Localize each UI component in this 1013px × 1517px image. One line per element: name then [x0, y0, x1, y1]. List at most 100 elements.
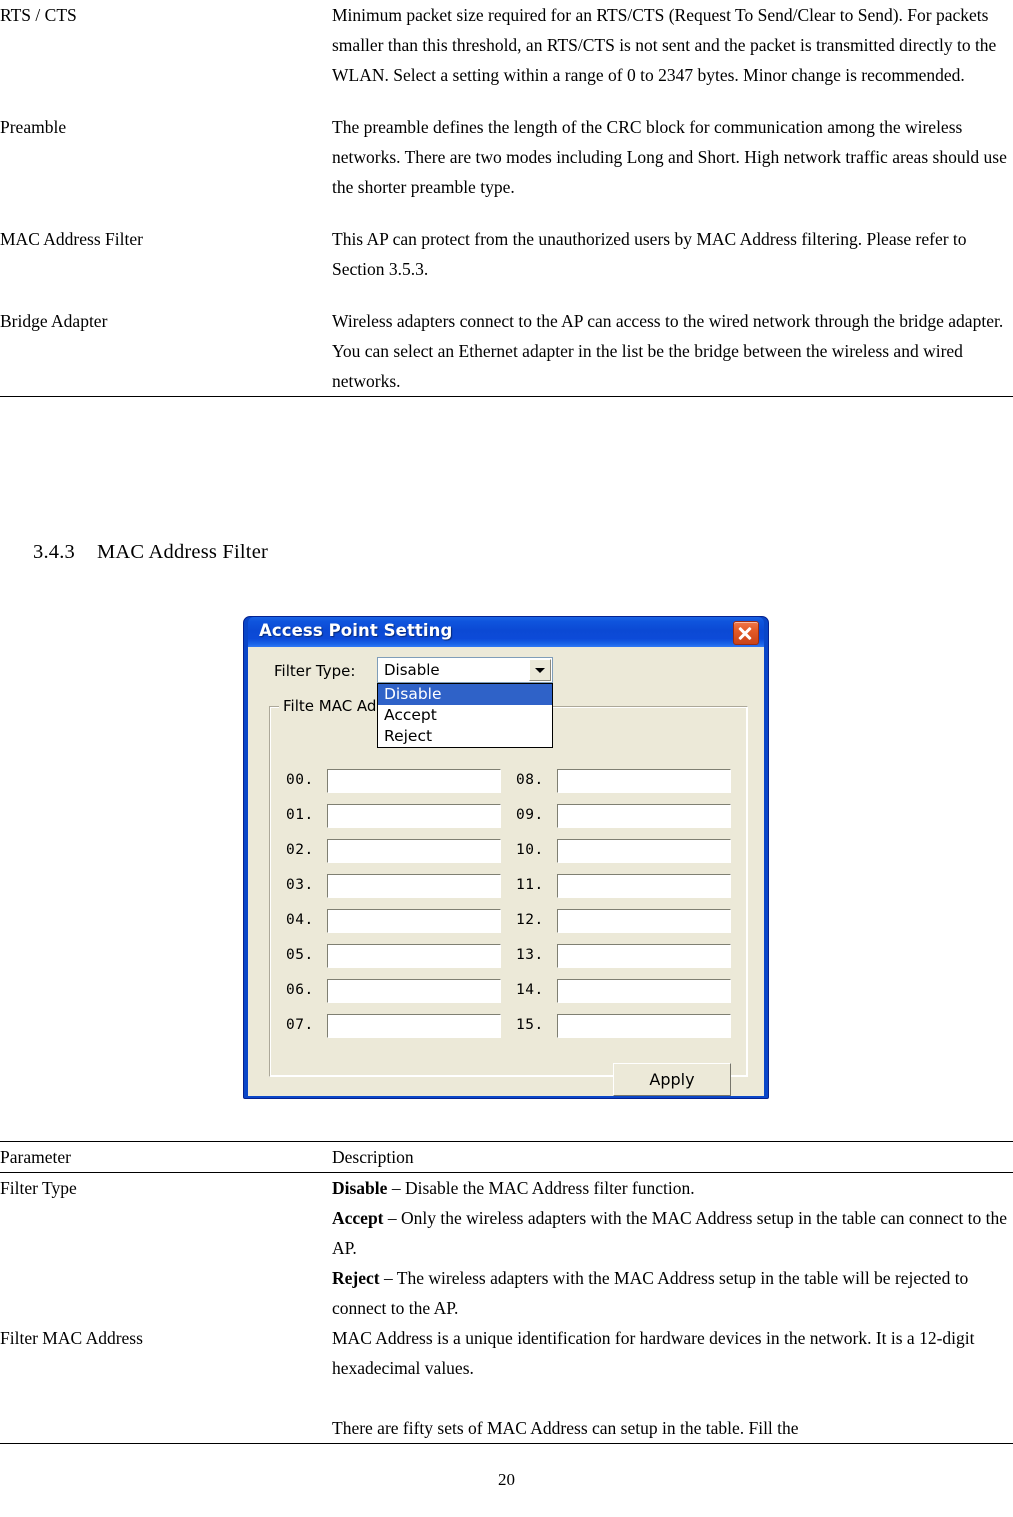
- mac-entry-row: 02.: [286, 839, 501, 863]
- mac-entry-row: 10.: [516, 839, 731, 863]
- description-line: Accept – Only the wireless adapters with…: [332, 1203, 1013, 1263]
- description-line: Disable – Disable the MAC Address filter…: [332, 1173, 1013, 1203]
- mac-index-label: 01.: [286, 807, 314, 823]
- mac-address-input-14[interactable]: [557, 979, 731, 1003]
- groupbox-title: Filte MAC Ad: [279, 697, 381, 715]
- mac-entry-row: 07.: [286, 1014, 501, 1038]
- mac-entry-row: 14.: [516, 979, 731, 1003]
- parameter-description-table-bottom: Parameter Description Filter Type Disabl…: [0, 1141, 1013, 1444]
- mac-entry-row: 04.: [286, 909, 501, 933]
- dialog-body: Filter Type: Disable Disable Accept Reje…: [248, 647, 764, 1096]
- mac-entry-row: 05.: [286, 944, 501, 968]
- mac-entry-row: 12.: [516, 909, 731, 933]
- mac-address-input-13[interactable]: [557, 944, 731, 968]
- mac-address-input-00[interactable]: [327, 769, 501, 793]
- apply-button[interactable]: Apply: [613, 1063, 731, 1096]
- column-header-description: Description: [332, 1141, 1013, 1173]
- mac-index-label: 09.: [516, 807, 544, 823]
- option-name-disable: Disable: [332, 1178, 388, 1198]
- row-spacer: [0, 202, 1013, 224]
- dropdown-option-accept[interactable]: Accept: [378, 705, 552, 726]
- row-spacer: [0, 90, 1013, 112]
- mac-index-label: 02.: [286, 842, 314, 858]
- dropdown-option-disable[interactable]: Disable: [378, 684, 552, 705]
- mac-index-label: 00.: [286, 772, 314, 788]
- mac-entry-row: 06.: [286, 979, 501, 1003]
- filter-type-select[interactable]: Disable: [377, 657, 553, 683]
- mac-address-input-09[interactable]: [557, 804, 731, 828]
- parameter-description: MAC Address is a unique identification f…: [332, 1323, 1013, 1444]
- row-spacer: [0, 284, 1013, 306]
- mac-index-label: 03.: [286, 877, 314, 893]
- parameter-description: Disable – Disable the MAC Address filter…: [332, 1173, 1013, 1324]
- mac-address-input-01[interactable]: [327, 804, 501, 828]
- section-title: MAC Address Filter: [97, 541, 269, 563]
- mac-index-label: 13.: [516, 947, 544, 963]
- description-line: Reject – The wireless adapters with the …: [332, 1263, 1013, 1323]
- mac-address-input-03[interactable]: [327, 874, 501, 898]
- mac-entry-row: 08.: [516, 769, 731, 793]
- mac-index-label: 08.: [516, 772, 544, 788]
- mac-entry-row: 00.: [286, 769, 501, 793]
- dialog-title: Access Point Setting: [259, 621, 453, 640]
- parameter-label: MAC Address Filter: [0, 229, 143, 249]
- mac-entry-row: 15.: [516, 1014, 731, 1038]
- column-header-parameter: Parameter: [0, 1141, 332, 1173]
- mac-index-label: 15.: [516, 1017, 544, 1033]
- chevron-down-glyph: [535, 668, 545, 673]
- mac-address-input-07[interactable]: [327, 1014, 501, 1038]
- parameter-label: Filter Type: [0, 1178, 77, 1198]
- page-number: 20: [498, 1470, 515, 1489]
- section-heading: 3.4.3 MAC Address Filter: [33, 541, 268, 564]
- close-icon[interactable]: [733, 621, 759, 645]
- mac-address-input-04[interactable]: [327, 909, 501, 933]
- description-paragraph: There are fifty sets of MAC Address can …: [332, 1418, 799, 1438]
- table-row: RTS / CTS Minimum packet size required f…: [0, 0, 1013, 90]
- filter-type-dropdown-list[interactable]: Disable Accept Reject: [377, 683, 553, 748]
- parameter-description: Wireless adapters connect to the AP can …: [332, 306, 1013, 397]
- option-text-reject: – The wireless adapters with the MAC Add…: [332, 1268, 969, 1318]
- dialog-titlebar[interactable]: Access Point Setting: [248, 617, 764, 647]
- description-paragraph: MAC Address is a unique identification f…: [332, 1328, 975, 1378]
- mac-address-input-15[interactable]: [557, 1014, 731, 1038]
- table-row: Preamble The preamble defines the length…: [0, 112, 1013, 202]
- access-point-setting-dialog: Access Point Setting Filter Type: Disabl…: [243, 616, 769, 1099]
- table-row: Bridge Adapter Wireless adapters connect…: [0, 306, 1013, 397]
- mac-index-label: 11.: [516, 877, 544, 893]
- parameter-label: Preamble: [0, 117, 67, 137]
- filter-type-label: Filter Type:: [274, 662, 356, 680]
- filter-type-value: Disable: [384, 661, 440, 679]
- dropdown-option-reject[interactable]: Reject: [378, 726, 552, 747]
- table-row: Filter Type Disable – Disable the MAC Ad…: [0, 1173, 1013, 1324]
- paragraph-spacer: [332, 1383, 1013, 1413]
- mac-address-input-08[interactable]: [557, 769, 731, 793]
- parameter-description: Minimum packet size required for an RTS/…: [332, 5, 997, 85]
- parameter-description: This AP can protect from the unauthorize…: [332, 229, 967, 279]
- mac-index-label: 06.: [286, 982, 314, 998]
- mac-address-input-06[interactable]: [327, 979, 501, 1003]
- mac-address-input-12[interactable]: [557, 909, 731, 933]
- mac-index-label: 14.: [516, 982, 544, 998]
- mac-address-input-11[interactable]: [557, 874, 731, 898]
- option-name-accept: Accept: [332, 1208, 384, 1228]
- mac-index-label: 07.: [286, 1017, 314, 1033]
- option-text-accept: – Only the wireless adapters with the MA…: [332, 1208, 1008, 1258]
- section-number: 3.4.3: [33, 541, 75, 563]
- mac-address-input-10[interactable]: [557, 839, 731, 863]
- chevron-down-icon[interactable]: [529, 659, 551, 681]
- table-row: MAC Address Filter This AP can protect f…: [0, 224, 1013, 284]
- mac-entry-row: 09.: [516, 804, 731, 828]
- mac-address-input-05[interactable]: [327, 944, 501, 968]
- table-header-row: Parameter Description: [0, 1141, 1013, 1173]
- mac-entry-row: 11.: [516, 874, 731, 898]
- parameter-label: Bridge Adapter: [0, 306, 332, 397]
- mac-entry-row: 01.: [286, 804, 501, 828]
- mac-index-label: 10.: [516, 842, 544, 858]
- mac-entry-row: 03.: [286, 874, 501, 898]
- mac-address-input-02[interactable]: [327, 839, 501, 863]
- option-name-reject: Reject: [332, 1268, 380, 1288]
- parameter-label: Filter MAC Address: [0, 1323, 332, 1444]
- parameter-description-table-top: RTS / CTS Minimum packet size required f…: [0, 0, 1013, 397]
- parameter-label: RTS / CTS: [0, 5, 77, 25]
- table-row: Filter MAC Address MAC Address is a uniq…: [0, 1323, 1013, 1444]
